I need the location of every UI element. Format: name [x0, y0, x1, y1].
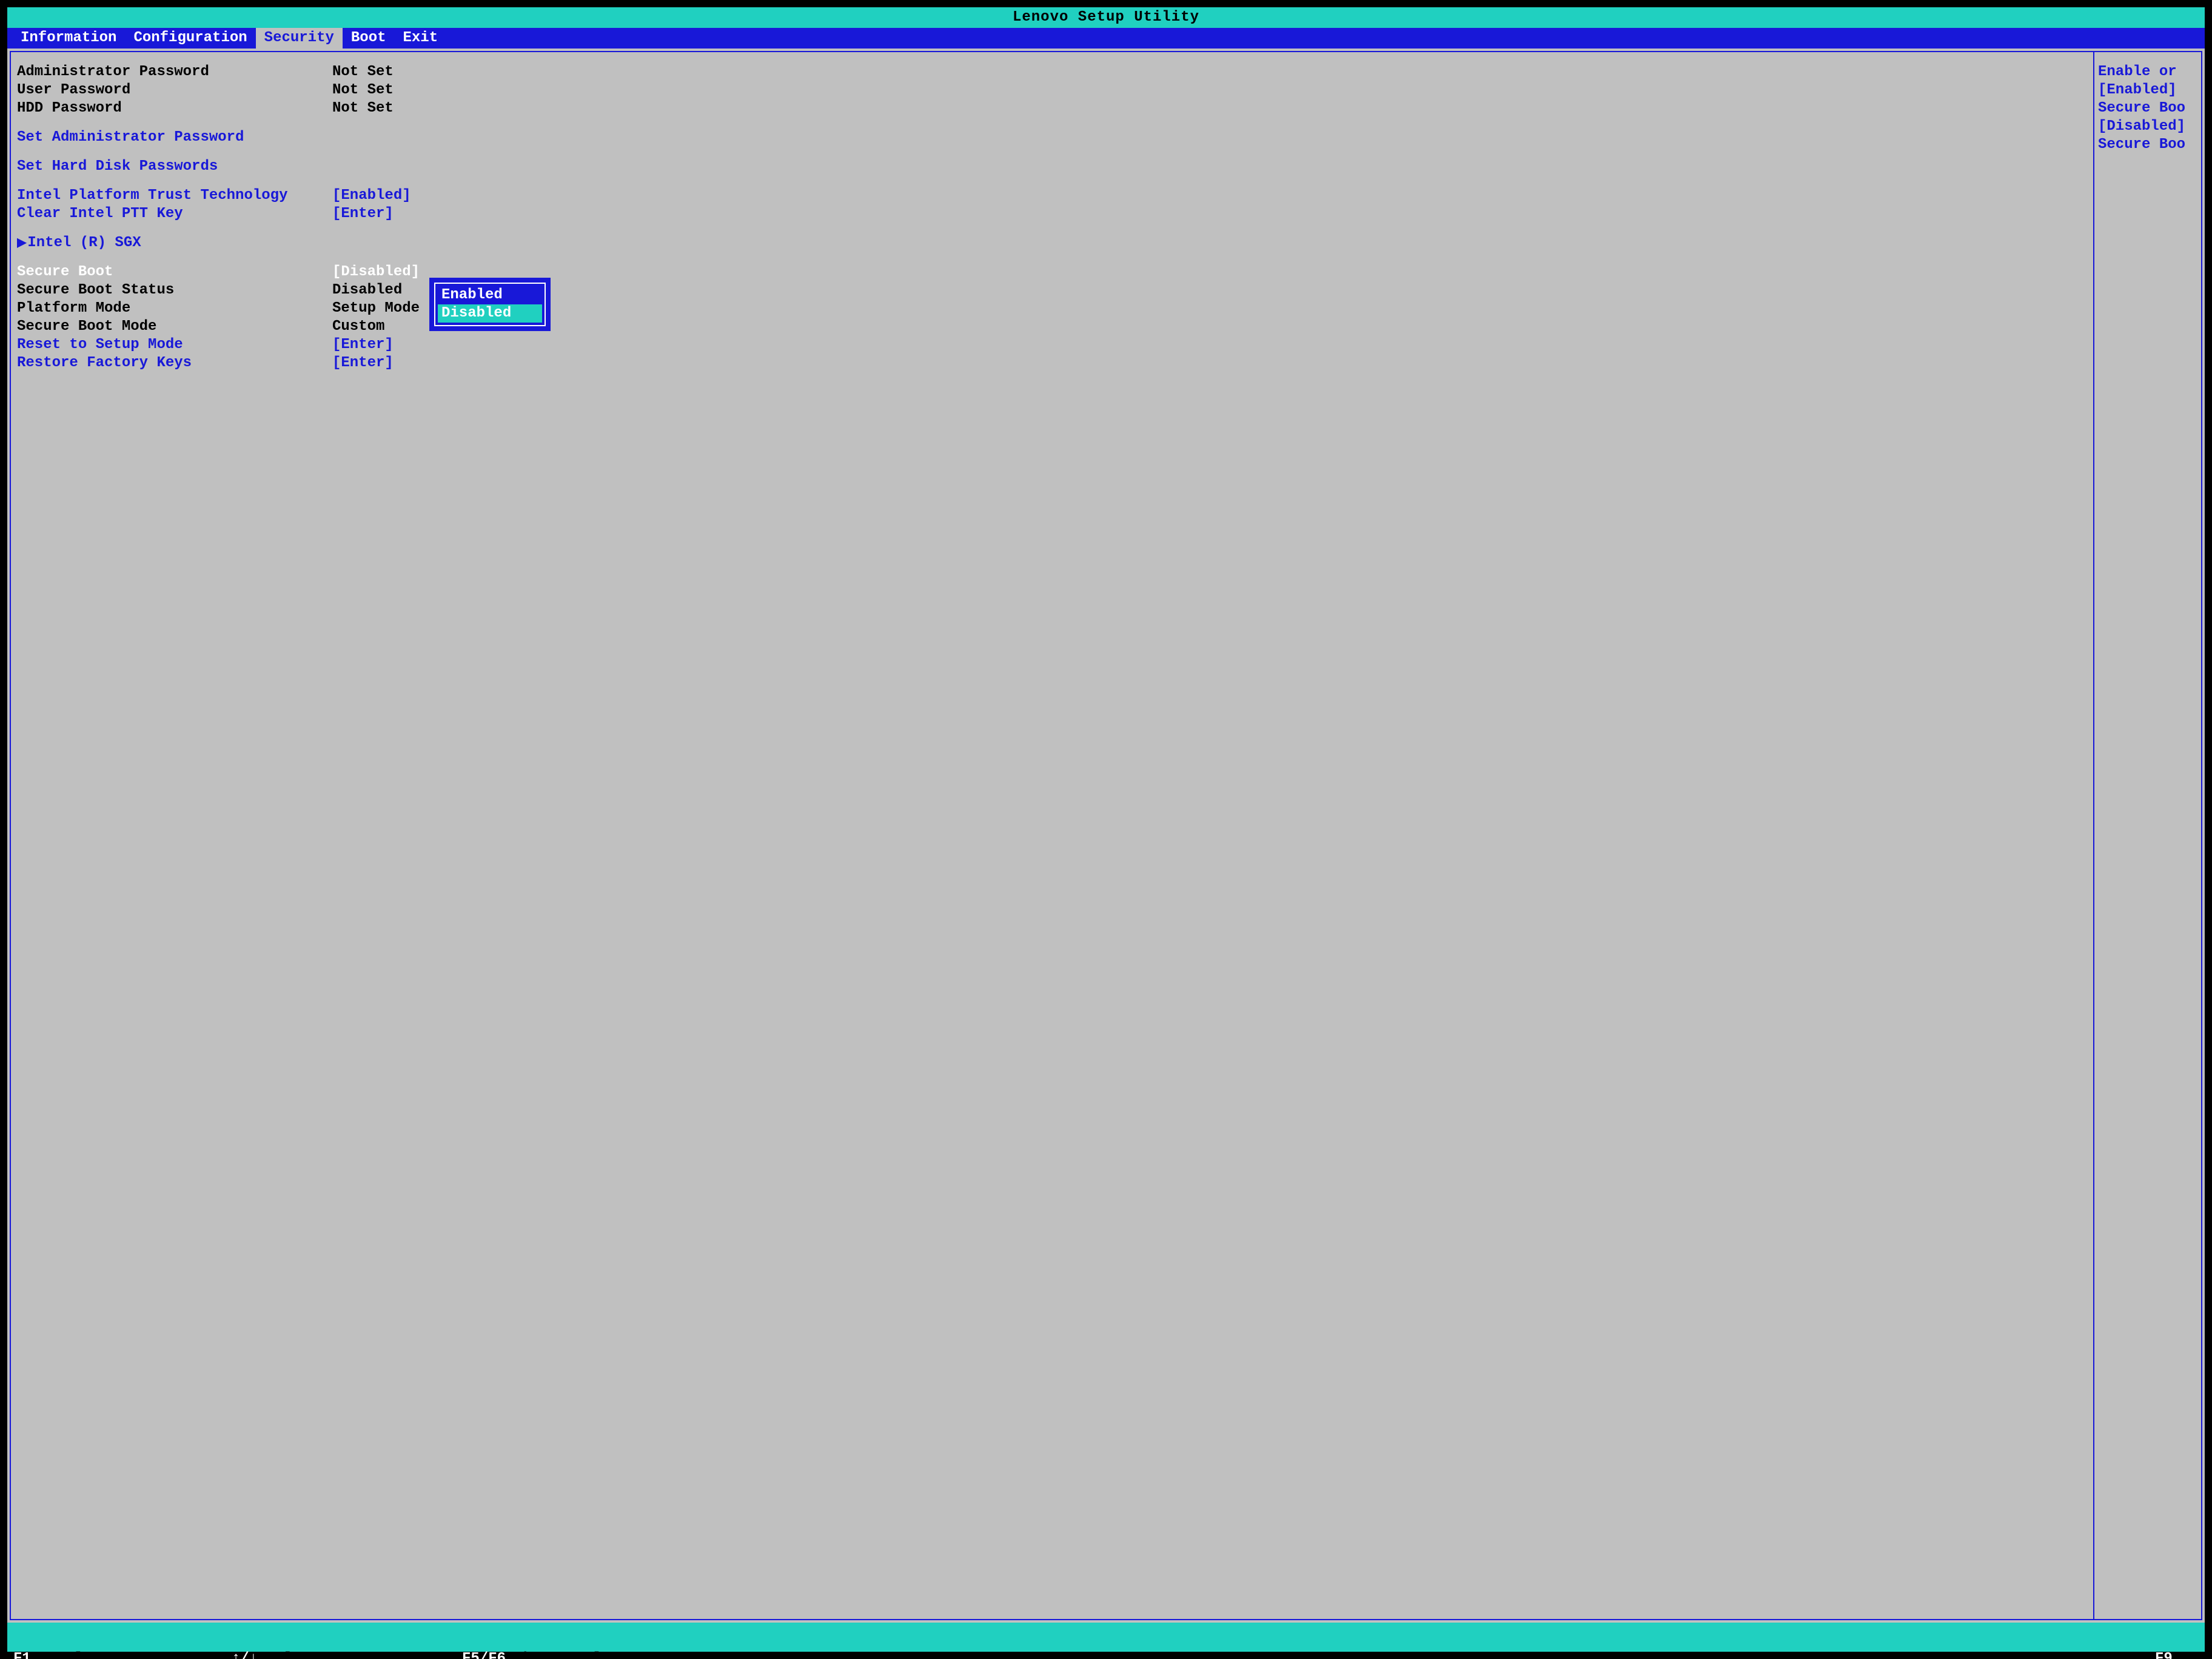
- key-updown: ↑/↓: [232, 1652, 258, 1659]
- label-platform-mode: Platform Mode: [17, 300, 332, 318]
- label-secure-boot: Secure Boot: [17, 263, 332, 281]
- row-restore-factory-keys[interactable]: Restore Factory Keys [Enter]: [17, 354, 2087, 372]
- footer-col-3: F5/F6 Change Values Enter Select ▶ SubMe…: [462, 1623, 692, 1659]
- label-intel-ptt: Intel Platform Trust Technology: [17, 187, 332, 205]
- label-set-admin-password: Set Administrator Password: [17, 129, 332, 147]
- menu-security[interactable]: Security: [256, 28, 343, 49]
- help-line-6: Secure Boo: [2098, 136, 2197, 154]
- help-line-5: [Disabled]: [2098, 118, 2197, 136]
- txt-select-item: Select Item: [267, 1652, 363, 1659]
- row-platform-mode: Platform Mode Setup Mode: [17, 300, 2087, 318]
- menu-configuration[interactable]: Configuration: [125, 28, 255, 49]
- footer-bar: F1 Help Esc Exit ↑/↓ Select Item ←/→ Sel…: [7, 1623, 2205, 1652]
- popup-option-disabled[interactable]: Disabled: [438, 304, 542, 323]
- row-reset-setup-mode[interactable]: Reset to Setup Mode [Enter]: [17, 336, 2087, 354]
- main-panel: Administrator Password Not Set User Pass…: [10, 51, 2093, 1620]
- label-clear-ptt: Clear Intel PTT Key: [17, 205, 332, 223]
- value-reset-setup-mode: [Enter]: [332, 336, 394, 354]
- menu-exit[interactable]: Exit: [395, 28, 447, 49]
- value-clear-ptt: [Enter]: [332, 205, 394, 223]
- row-intel-sgx[interactable]: Intel (R) SGX: [17, 234, 2087, 252]
- value-hdd-password: Not Set: [332, 99, 394, 118]
- menu-information[interactable]: Information: [12, 28, 125, 49]
- row-secure-boot-status: Secure Boot Status Disabled: [17, 281, 2087, 300]
- row-secure-boot[interactable]: Secure Boot [Disabled]: [17, 263, 2087, 281]
- secure-boot-popup[interactable]: Enabled Disabled: [429, 278, 551, 331]
- value-user-password: Not Set: [332, 81, 394, 99]
- row-hdd-password: HDD Password Not Set: [17, 99, 2087, 118]
- content-area: Administrator Password Not Set User Pass…: [7, 49, 2205, 1623]
- popup-option-enabled[interactable]: Enabled: [438, 286, 542, 304]
- row-secure-boot-mode: Secure Boot Mode Custom: [17, 318, 2087, 336]
- menu-bar: Information Configuration Security Boot …: [7, 28, 2205, 49]
- label-secure-boot-status: Secure Boot Status: [17, 281, 332, 300]
- row-set-hdd-passwords[interactable]: Set Hard Disk Passwords: [17, 158, 2087, 176]
- key-f1: F1: [13, 1652, 31, 1659]
- value-platform-mode: Setup Mode: [332, 300, 420, 318]
- label-hdd-password: HDD Password: [17, 99, 332, 118]
- help-panel: Enable or [Enabled] Secure Boo [Disabled…: [2093, 51, 2202, 1620]
- footer-col-4: F9 S F10 S: [692, 1623, 2199, 1659]
- key-f9: F9: [2155, 1652, 2173, 1659]
- value-secure-boot-status: Disabled: [332, 281, 402, 300]
- label-admin-password: Administrator Password: [17, 63, 332, 81]
- txt-f9: S: [2190, 1652, 2199, 1659]
- footer-col-1: F1 Help Esc Exit: [13, 1623, 232, 1659]
- row-user-password: User Password Not Set: [17, 81, 2087, 99]
- label-secure-boot-mode: Secure Boot Mode: [17, 318, 332, 336]
- key-f5f6: F5/F6: [462, 1652, 506, 1659]
- value-secure-boot: [Disabled]: [332, 263, 420, 281]
- txt-change-values: Change Values: [514, 1652, 628, 1659]
- value-restore-factory-keys: [Enter]: [332, 354, 394, 372]
- label-user-password: User Password: [17, 81, 332, 99]
- help-line-3: [Enabled]: [2098, 81, 2197, 99]
- menu-boot[interactable]: Boot: [343, 28, 395, 49]
- title-bar: Lenovo Setup Utility: [7, 7, 2205, 28]
- label-intel-sgx: Intel (R) SGX: [17, 234, 332, 252]
- bios-screen: Lenovo Setup Utility Information Configu…: [7, 7, 2205, 1652]
- popup-inner: Enabled Disabled: [434, 283, 546, 326]
- row-intel-ptt[interactable]: Intel Platform Trust Technology [Enabled…: [17, 187, 2087, 205]
- row-admin-password: Administrator Password Not Set: [17, 63, 2087, 81]
- footer-col-2: ↑/↓ Select Item ←/→ Select Screen: [232, 1623, 462, 1659]
- row-set-admin-password[interactable]: Set Administrator Password: [17, 129, 2087, 147]
- label-set-hdd-passwords: Set Hard Disk Passwords: [17, 158, 332, 176]
- row-clear-ptt[interactable]: Clear Intel PTT Key [Enter]: [17, 205, 2087, 223]
- help-line-4: Secure Boo: [2098, 99, 2197, 118]
- help-line-1: Enable or: [2098, 63, 2197, 81]
- label-restore-factory-keys: Restore Factory Keys: [17, 354, 332, 372]
- value-admin-password: Not Set: [332, 63, 394, 81]
- value-intel-ptt: [Enabled]: [332, 187, 411, 205]
- label-reset-setup-mode: Reset to Setup Mode: [17, 336, 332, 354]
- txt-help: Help: [57, 1652, 92, 1659]
- value-secure-boot-mode: Custom: [332, 318, 384, 336]
